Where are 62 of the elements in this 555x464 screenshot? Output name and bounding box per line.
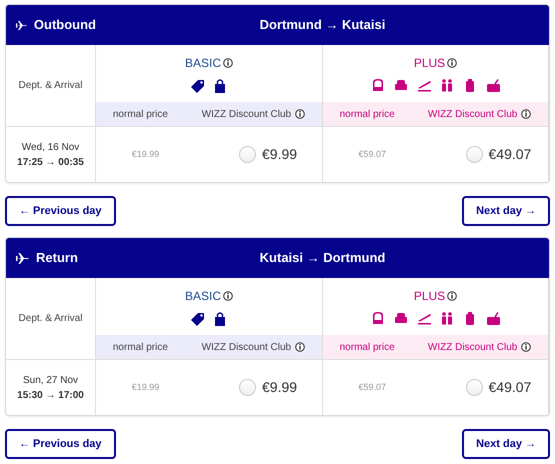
previous-day-button[interactable]: ← Previous day <box>5 196 116 226</box>
plane-icon <box>16 252 30 264</box>
club-price: €49.07 <box>488 378 532 397</box>
next-day-button[interactable]: Next day → <box>462 429 550 459</box>
club-price: €9.99 <box>262 378 298 397</box>
column-label: normal price <box>112 108 168 122</box>
column-label: WIZZ Discount Club <box>202 340 292 354</box>
fare-radio[interactable] <box>239 379 256 396</box>
bag-icon <box>213 78 228 93</box>
info-icon <box>295 342 306 352</box>
route-title: Kutaisi → Dortmund <box>260 250 386 266</box>
next-day-button[interactable]: Next day → <box>462 196 550 226</box>
bag-icon <box>213 311 228 326</box>
club-price: €9.99 <box>262 145 298 164</box>
fare-name: BASIC <box>184 288 221 305</box>
direction-title: Return <box>36 249 78 268</box>
flight-times: 15:30 → 17:00 <box>17 388 84 402</box>
column-label: Dept. & Arrival <box>18 312 82 326</box>
column-label: WIZZ Discount Club <box>428 340 518 354</box>
direction-title: Outbound <box>34 16 96 34</box>
seat-icon <box>370 311 386 326</box>
info-icon <box>521 342 532 352</box>
plane-icon <box>16 18 28 32</box>
info-icon <box>447 291 458 301</box>
info-icon <box>521 109 532 119</box>
normal-price: €59.07 <box>358 148 386 159</box>
passengers-icon <box>440 311 454 326</box>
fare-radio[interactable] <box>466 146 482 163</box>
column-label: normal price <box>340 108 395 122</box>
normal-price: €59.07 <box>358 382 386 392</box>
fare-name: BASIC <box>184 55 221 72</box>
fare-name: PLUS <box>414 288 446 305</box>
tag-icon <box>190 311 205 326</box>
passengers-icon <box>440 78 454 93</box>
briefcase-icon <box>486 78 500 93</box>
column-label: normal price <box>340 340 395 354</box>
armchair-icon <box>394 311 408 326</box>
column-label: WIZZ Discount Club <box>202 108 292 122</box>
info-icon <box>447 58 458 68</box>
flight-date: Wed, 16 Nov <box>22 140 80 154</box>
column-label: WIZZ Discount Club <box>428 108 518 122</box>
info-icon <box>223 291 233 301</box>
info-icon <box>223 58 233 68</box>
flight-date: Sun, 27 Nov <box>22 374 78 388</box>
fare-name: PLUS <box>414 55 446 72</box>
normal-price: €19.99 <box>132 382 160 392</box>
flight-times: 17:25 → 00:35 <box>17 156 84 170</box>
departure-icon <box>416 311 432 326</box>
departure-icon <box>416 78 432 93</box>
seat-icon <box>370 78 386 93</box>
previous-day-button[interactable]: ← Previous day <box>5 429 116 459</box>
normal-price: €19.99 <box>132 148 160 159</box>
armchair-icon <box>394 78 408 93</box>
fare-radio[interactable] <box>239 146 256 163</box>
tag-icon <box>190 78 205 93</box>
fare-radio[interactable] <box>466 379 482 396</box>
briefcase-icon <box>486 311 500 326</box>
column-label: Dept. & Arrival <box>18 79 82 93</box>
route-title: Dortmund → Kutaisi <box>260 17 386 32</box>
club-price: €49.07 <box>488 145 532 164</box>
info-icon <box>295 109 306 119</box>
column-label: normal price <box>112 340 168 354</box>
